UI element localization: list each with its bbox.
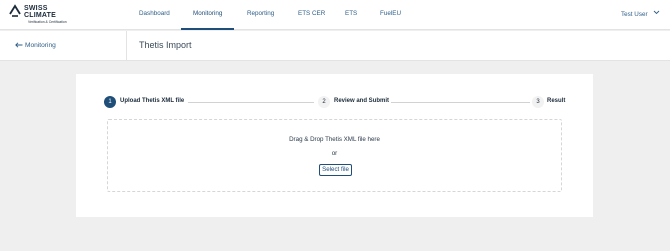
step-2-number: 2 xyxy=(318,96,330,108)
file-dropzone[interactable]: Drag & Drop Thetis XML file here or Sele… xyxy=(107,119,562,192)
top-navigation-bar: SWISS CLIMATE Verification & Certificati… xyxy=(0,0,670,30)
select-file-button[interactable]: Select file xyxy=(319,164,352,176)
dropzone-instruction: Drag & Drop Thetis XML file here xyxy=(289,136,380,143)
nav-ets-cer[interactable]: ETS CER xyxy=(298,10,325,17)
logo-text-climate: CLIMATE xyxy=(24,12,56,19)
nav-reporting[interactable]: Reporting xyxy=(247,10,274,17)
dropzone-or-text: or xyxy=(331,150,338,157)
header-divider xyxy=(126,31,127,61)
nav-monitoring[interactable]: Monitoring xyxy=(193,10,222,17)
user-menu[interactable]: Test User xyxy=(621,10,660,18)
active-nav-indicator xyxy=(181,28,234,30)
nav-fueleu[interactable]: FuelEU xyxy=(380,10,401,17)
user-name: Test User xyxy=(621,11,648,18)
back-link-label: Monitoring xyxy=(25,42,56,49)
step-3-number: 3 xyxy=(532,96,544,108)
logo-text-swiss: SWISS xyxy=(24,5,48,12)
nav-ets[interactable]: ETS xyxy=(345,10,357,17)
nav-dashboard[interactable]: Dashboard xyxy=(139,10,170,17)
step-connector-1 xyxy=(188,102,314,103)
page-title: Thetis Import xyxy=(139,40,192,50)
logo-mark-icon xyxy=(9,4,21,17)
step-connector-2 xyxy=(391,102,530,103)
step-1-number: 1 xyxy=(104,96,116,108)
logo-tagline: Verification & Certification xyxy=(28,20,67,24)
page-header: Monitoring Thetis Import xyxy=(0,31,670,61)
step-1-label: Upload Thetis XML file xyxy=(120,98,185,104)
step-3-label: Result xyxy=(547,98,566,104)
back-to-monitoring-link[interactable]: Monitoring xyxy=(15,42,56,49)
swiss-climate-logo[interactable]: SWISS CLIMATE Verification & Certificati… xyxy=(8,4,72,26)
step-2-label: Review and Submit xyxy=(334,98,390,104)
chevron-down-icon xyxy=(653,10,660,17)
arrow-left-icon xyxy=(15,42,23,48)
